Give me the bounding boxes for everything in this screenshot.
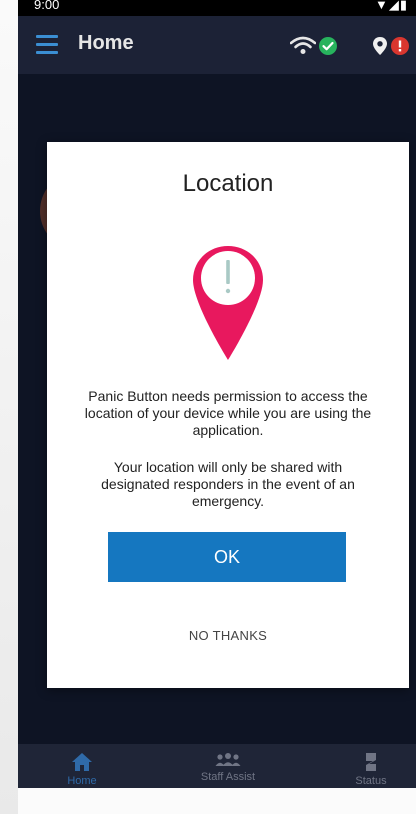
- sharing-message: Your location will only be shared with d…: [101, 459, 355, 509]
- nav-item-status[interactable]: Status: [321, 744, 416, 788]
- alert-icon: [391, 37, 409, 55]
- permission-message: Panic Button needs permission to access …: [84, 388, 372, 438]
- location-warning-pin-icon: [193, 246, 263, 360]
- home-icon: [72, 753, 92, 771]
- dialog-title: Location: [182, 170, 274, 197]
- page-title: Home: [78, 32, 134, 54]
- ok-button[interactable]: OK: [108, 532, 346, 582]
- status-icon: [366, 753, 376, 771]
- status-bar: 9:00 ▼◢▮: [18, 0, 416, 16]
- staff-assist-icon: [215, 753, 241, 766]
- nav-label-staff-assist: Staff Assist: [200, 771, 256, 783]
- phone-screen: 9:00 ▼◢▮ Home Location Panic Button need…: [18, 0, 416, 788]
- nav-item-staff-assist[interactable]: Staff Assist: [178, 744, 278, 788]
- wifi-icon: [290, 36, 316, 54]
- status-time: 9:00: [34, 0, 60, 12]
- nav-label-status: Status: [355, 775, 387, 787]
- menu-icon[interactable]: [36, 35, 58, 54]
- connected-check-icon: [319, 37, 337, 55]
- nav-label-home: Home: [67, 775, 97, 787]
- status-icons: ▼◢▮: [374, 0, 408, 12]
- nav-item-home[interactable]: Home: [32, 744, 132, 788]
- app-header: Home: [18, 16, 416, 74]
- location-permission-dialog: Location Panic Button needs permission t…: [47, 142, 409, 688]
- background-edge: [0, 0, 18, 814]
- background-bottom-edge: [18, 788, 416, 814]
- location-pin-icon: [373, 37, 387, 55]
- bottom-navigation: Home Staff Assist Status: [18, 744, 416, 788]
- no-thanks-button[interactable]: NO THANKS: [47, 628, 409, 643]
